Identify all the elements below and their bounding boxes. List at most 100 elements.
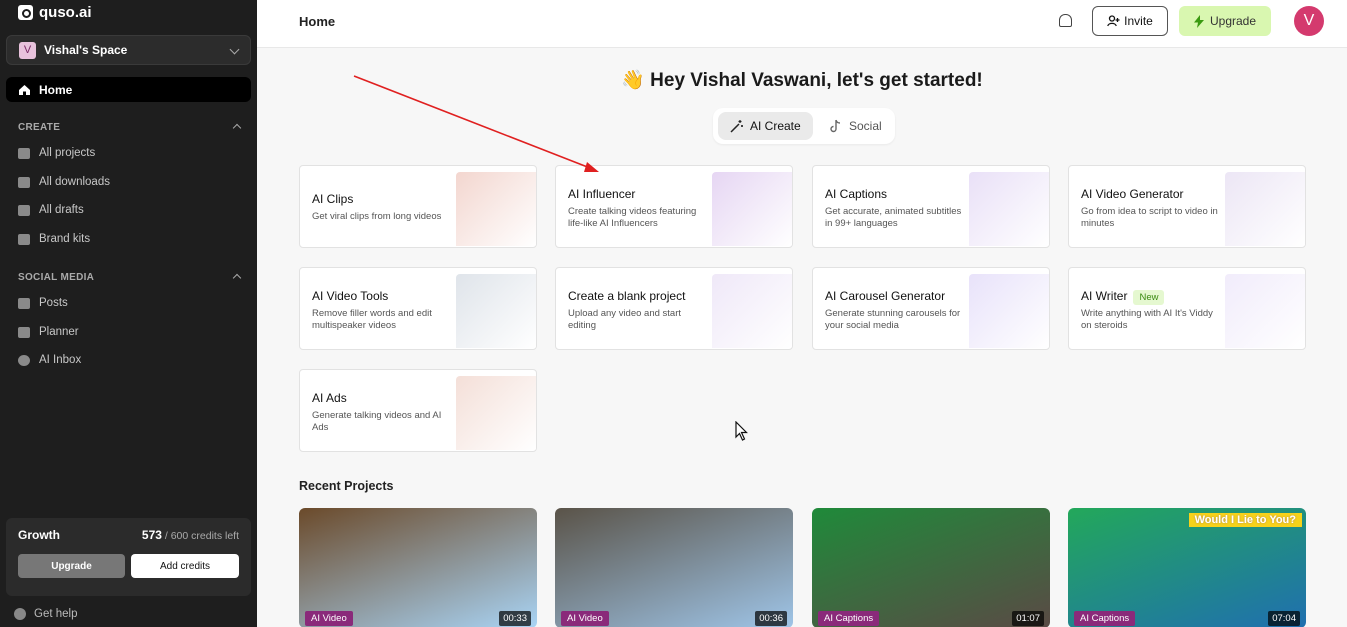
- tab-ai-create[interactable]: AI Create: [718, 112, 813, 140]
- sidebar: quso.ai V Vishal's Space Home CREATE All…: [0, 0, 257, 627]
- plan-name: Growth: [18, 528, 60, 542]
- bell-icon[interactable]: [1059, 14, 1072, 27]
- card-title: AI Influencer: [568, 187, 636, 201]
- greeting-text: Hey Vishal Vaswani, let's get started!: [650, 70, 983, 91]
- sidebar-item-label: All projects: [39, 147, 96, 159]
- card-description: Upload any video and start editing: [568, 308, 682, 331]
- brand-kit-icon: [18, 233, 30, 245]
- section-label: CREATE: [18, 122, 61, 133]
- project-type-badge: AI Captions: [1074, 611, 1136, 626]
- invite-label: Invite: [1124, 14, 1153, 28]
- page-title: Home: [299, 14, 336, 29]
- sidebar-item-label: Planner: [39, 326, 79, 338]
- posts-icon: [18, 297, 30, 309]
- invite-button[interactable]: Invite: [1092, 6, 1168, 36]
- sidebar-item-brand-kits[interactable]: Brand kits: [18, 233, 90, 245]
- add-credits-button[interactable]: Add credits: [131, 554, 239, 578]
- card-thumbnail: [969, 172, 1049, 246]
- section-label: SOCIAL MEDIA: [18, 272, 95, 283]
- project-type-badge: AI Video: [305, 611, 353, 626]
- card-thumbnail: [712, 274, 792, 348]
- card-description: Get accurate, animated subtitles in 99+ …: [825, 206, 962, 229]
- wave-emoji: 👋: [621, 70, 645, 91]
- magic-wand-icon: [730, 120, 743, 133]
- sidebar-item-all-drafts[interactable]: All drafts: [18, 204, 84, 216]
- create-section-header[interactable]: CREATE: [18, 122, 242, 133]
- credits-rest: / 600 credits left: [164, 530, 239, 542]
- new-badge: New: [1133, 290, 1165, 305]
- tool-card-ai-video-generator[interactable]: AI Video Generator Go from idea to scrip…: [1068, 165, 1306, 248]
- card-thumbnail: [456, 274, 536, 348]
- sidebar-item-all-projects[interactable]: All projects: [18, 147, 95, 159]
- upgrade-label: Upgrade: [1209, 14, 1257, 28]
- thumbnail-overlay-text: Would I Lie to You?: [1188, 513, 1302, 527]
- help-icon: [14, 608, 26, 620]
- sidebar-item-label: Brand kits: [39, 233, 91, 245]
- sidebar-item-all-downloads[interactable]: All downloads: [18, 176, 110, 188]
- tool-card-blank-project[interactable]: Create a blank project Upload any video …: [555, 267, 793, 350]
- sidebar-item-label: All drafts: [39, 204, 84, 216]
- sidebar-item-posts[interactable]: Posts: [18, 297, 68, 309]
- tool-card-ai-ads[interactable]: AI Ads Generate talking videos and AI Ad…: [299, 369, 537, 452]
- quso-logo-icon: [18, 5, 33, 20]
- tab-label: Social: [849, 119, 882, 133]
- card-description: Create talking videos featuring life-lik…: [568, 206, 697, 229]
- tab-label: AI Create: [750, 119, 801, 133]
- project-card[interactable]: AI Captions 01:07: [812, 508, 1050, 627]
- project-duration: 00:36: [755, 611, 787, 626]
- sidebar-item-label: AI Inbox: [39, 354, 82, 366]
- tool-card-ai-writer[interactable]: AI Writer New Write anything with AI It's…: [1068, 267, 1306, 350]
- sidebar-item-label: Posts: [39, 297, 68, 309]
- card-title: AI Video Tools: [312, 289, 389, 303]
- folder-icon: [18, 147, 30, 159]
- card-description: Go from idea to script to video in minut…: [1081, 206, 1218, 229]
- project-duration: 00:33: [499, 611, 531, 626]
- tool-card-ai-carousel-generator[interactable]: AI Carousel Generator Generate stunning …: [812, 267, 1050, 350]
- card-description: Write anything with AI It's Viddy on ste…: [1081, 308, 1213, 331]
- mode-tabs: AI Create Social: [713, 108, 895, 144]
- card-thumbnail: [712, 172, 792, 246]
- recent-projects-heading: Recent Projects: [299, 479, 394, 493]
- credits-used: 573: [141, 528, 162, 542]
- chevron-up-icon: [232, 123, 242, 133]
- project-type-badge: AI Captions: [818, 611, 880, 626]
- sidebar-item-ai-inbox[interactable]: AI Inbox: [18, 354, 81, 366]
- upgrade-plan-button[interactable]: Upgrade: [18, 554, 125, 578]
- social-section-header[interactable]: SOCIAL MEDIA: [18, 272, 242, 283]
- home-icon: [19, 84, 30, 95]
- credits-counter: 573 / 600 credits left: [142, 528, 239, 542]
- sidebar-item-label: Home: [39, 82, 73, 97]
- lightning-icon: [1193, 14, 1204, 28]
- user-avatar[interactable]: V: [1294, 6, 1324, 36]
- tab-social[interactable]: Social: [817, 112, 894, 140]
- chevron-down-icon: [229, 44, 240, 55]
- project-card[interactable]: Would I Lie to You? AI Captions 07:04: [1068, 508, 1306, 627]
- project-card[interactable]: AI Video 00:33: [299, 508, 537, 627]
- project-duration: 01:07: [1012, 611, 1044, 626]
- tiktok-icon: [830, 119, 841, 133]
- card-title: AI Video Generator: [1081, 187, 1184, 201]
- tool-card-ai-influencer[interactable]: AI Influencer Create talking videos feat…: [555, 165, 793, 248]
- top-header: Home Invite Upgrade V: [257, 0, 1347, 48]
- tool-card-ai-captions[interactable]: AI Captions Get accurate, animated subti…: [812, 165, 1050, 248]
- add-user-icon: [1107, 15, 1120, 27]
- upgrade-button[interactable]: Upgrade: [1179, 6, 1271, 36]
- get-help-link[interactable]: Get help: [14, 608, 77, 620]
- brand-name: quso.ai: [39, 4, 92, 21]
- brand-logo[interactable]: quso.ai: [18, 4, 92, 21]
- project-card[interactable]: AI Video 00:36: [555, 508, 793, 627]
- credits-panel: Growth 573 / 600 credits left Upgrade Ad…: [6, 518, 251, 596]
- card-description: Get viral clips from long videos: [312, 211, 442, 222]
- card-title-text: AI Writer: [1081, 289, 1128, 303]
- card-thumbnail: [456, 376, 536, 450]
- sidebar-item-home[interactable]: Home: [6, 77, 251, 102]
- sidebar-item-planner[interactable]: Planner: [18, 326, 79, 338]
- card-title: AI Clips: [312, 192, 354, 206]
- tool-card-ai-clips[interactable]: AI Clips Get viral clips from long video…: [299, 165, 537, 248]
- workspace-selector[interactable]: V Vishal's Space: [6, 35, 251, 65]
- card-description: Generate stunning carousels for your soc…: [825, 308, 961, 331]
- card-thumbnail: [1225, 172, 1305, 246]
- help-label: Get help: [34, 608, 78, 620]
- tool-card-ai-video-tools[interactable]: AI Video Tools Remove filler words and e…: [299, 267, 537, 350]
- greeting-heading: 👋 Hey Vishal Vaswani, let's get started!: [257, 68, 1347, 92]
